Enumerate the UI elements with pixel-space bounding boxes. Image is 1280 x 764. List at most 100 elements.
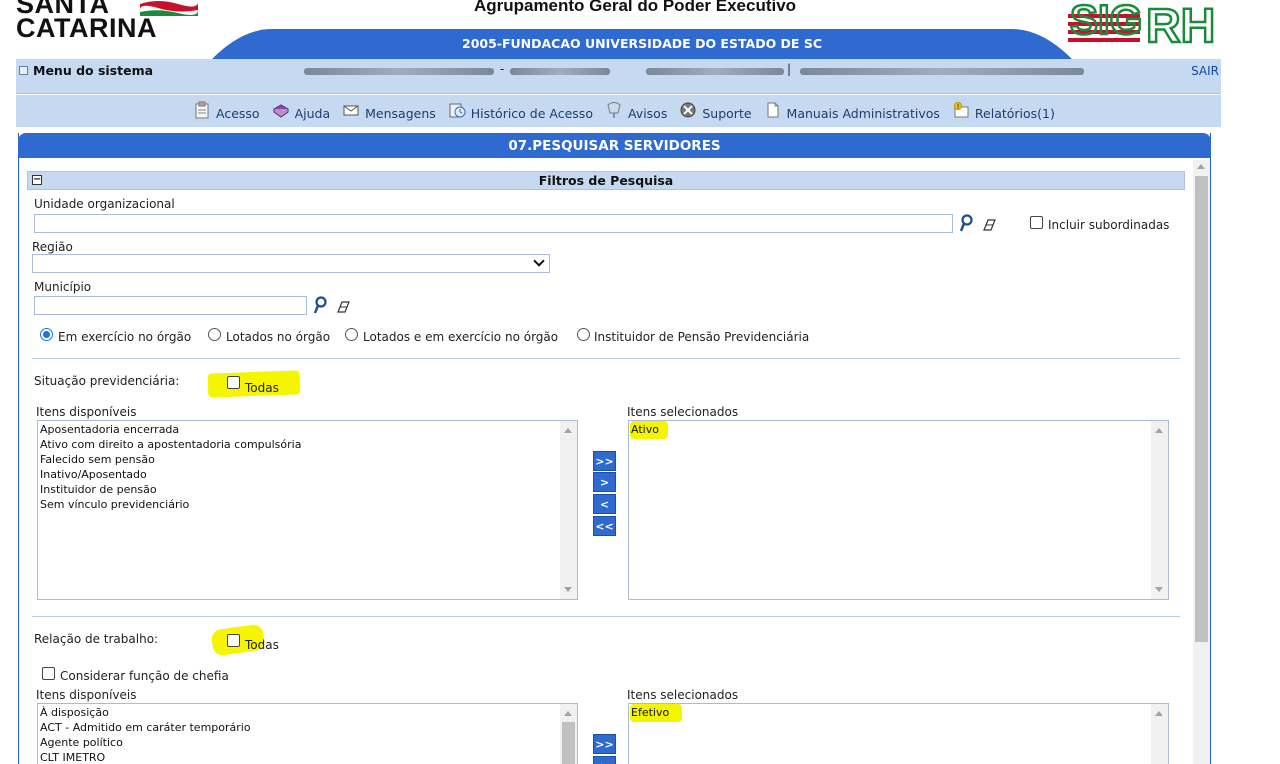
- page-header-title: Agrupamento Geral do Poder Executivo: [473, 0, 797, 15]
- svg-text:SIG: SIG: [1070, 0, 1142, 43]
- scroll-up-icon[interactable]: [564, 428, 572, 433]
- scroll-up-icon[interactable]: [1155, 711, 1163, 716]
- list-item[interactable]: Agente político: [38, 735, 577, 750]
- radio-label: Lotados no órgão: [226, 330, 331, 344]
- notice-icon: [607, 102, 621, 118]
- toolbar-item-label: Manuais Administrativos: [786, 106, 940, 121]
- incluir-subordinadas-label: Incluir subordinadas: [1048, 218, 1170, 232]
- add-all-button[interactable]: >>: [593, 451, 616, 471]
- eraser-icon[interactable]: [981, 218, 999, 232]
- eraser-icon[interactable]: [335, 300, 353, 314]
- radio-label: Instituidor de Pensão Previdenciária: [594, 330, 810, 344]
- state-logo: SANTA CATARINA: [16, 0, 198, 42]
- system-menu-label[interactable]: Menu do sistema: [33, 63, 153, 78]
- radio-label: Em exercício no órgão: [58, 330, 192, 344]
- situacao-available-list[interactable]: Aposentadoria encerrada Ativo com direit…: [37, 420, 578, 600]
- toolbar-item-historico[interactable]: Histórico de Acesso: [448, 103, 593, 121]
- toolbar-item-label: Histórico de Acesso: [470, 106, 593, 121]
- radio-label: Lotados e em exercício no órgão: [363, 330, 559, 344]
- reports-icon: !: [953, 102, 969, 118]
- incluir-subordinadas-checkbox[interactable]: [1030, 216, 1043, 229]
- list-item[interactable]: Efetivo: [629, 705, 1168, 720]
- list-item[interactable]: ACT - Admitido em caráter temporário: [38, 720, 577, 735]
- redacted-org: [646, 68, 784, 75]
- radio-em-exercicio[interactable]: [40, 328, 53, 341]
- scroll-thumb[interactable]: [562, 722, 575, 764]
- scroll-up-icon[interactable]: [564, 711, 572, 716]
- regiao-select[interactable]: [32, 254, 550, 273]
- search-icon[interactable]: [958, 214, 974, 232]
- remove-button[interactable]: <: [593, 494, 616, 514]
- add-all-button[interactable]: >>: [593, 734, 616, 754]
- list-item[interactable]: Sem vínculo previdenciário: [38, 497, 577, 512]
- list-item[interactable]: Inativo/Aposentado: [38, 467, 577, 482]
- scroll-up-icon[interactable]: [1197, 164, 1205, 169]
- envelope-icon: [343, 105, 359, 116]
- support-icon: [680, 102, 696, 118]
- svg-text:!: !: [957, 104, 960, 111]
- relacao-available-list[interactable]: À disposição ACT - Admitido em caráter t…: [37, 703, 578, 764]
- situacao-todas-checkbox[interactable]: [227, 376, 240, 389]
- history-icon: [449, 103, 466, 118]
- situacao-selected-list[interactable]: Ativo: [628, 420, 1169, 600]
- radio-instituidor-pensao[interactable]: [577, 328, 590, 341]
- radio-lotados-em-exercicio[interactable]: [345, 328, 358, 341]
- radio-lotados[interactable]: [208, 328, 221, 341]
- search-icon[interactable]: [312, 296, 328, 314]
- list-item[interactable]: Falecido sem pensão: [38, 452, 577, 467]
- scroll-thumb[interactable]: [1195, 176, 1208, 642]
- toolbar-item-label: Relatórios(1): [974, 106, 1055, 121]
- list-item[interactable]: Instituidor de pensão: [38, 482, 577, 497]
- document-icon: [767, 102, 779, 118]
- toolbar-item-avisos[interactable]: Avisos: [605, 102, 667, 121]
- logout-link[interactable]: SAIR: [1191, 64, 1219, 78]
- redacted-role: [800, 68, 1084, 75]
- add-button[interactable]: >: [593, 756, 616, 764]
- clipboard-icon: [195, 101, 209, 119]
- municipio-label: Município: [34, 280, 92, 294]
- toolbar-item-manuais[interactable]: Manuais Administrativos: [764, 102, 940, 121]
- toolbar-item-ajuda[interactable]: Ajuda: [272, 103, 331, 121]
- menubar-separator: |: [787, 62, 792, 76]
- sigrh-logo-icon: SIG RH: [1068, 0, 1217, 46]
- relacao-selected-list[interactable]: Efetivo: [628, 703, 1169, 764]
- filters-header: − Filtros de Pesquisa: [27, 171, 1185, 190]
- toolbar-item-mensagens[interactable]: Mensagens: [342, 103, 436, 121]
- toolbar-item-relatorios[interactable]: ! Relatórios(1): [952, 102, 1055, 121]
- list-item[interactable]: Aposentadoria encerrada: [38, 422, 577, 437]
- list-scrollbar[interactable]: [1151, 704, 1168, 764]
- organization-name: 2005-FUNDACAO UNIVERSIDADE DO ESTADO DE …: [462, 36, 822, 51]
- situacao-label: Situação previdenciária:: [34, 374, 180, 388]
- redacted-user-id: [510, 68, 610, 75]
- list-item[interactable]: À disposição: [38, 705, 577, 720]
- toolbar-item-label: Ajuda: [294, 106, 331, 121]
- menubar-separator: -: [500, 62, 505, 76]
- remove-all-button[interactable]: <<: [593, 516, 616, 536]
- relacao-todas-checkbox[interactable]: [227, 634, 240, 647]
- toolbar: Acesso Ajuda Mensagens Histórico de Aces…: [16, 95, 1221, 127]
- relacao-todas-label: Todas: [245, 638, 279, 652]
- list-scrollbar[interactable]: [1151, 421, 1168, 599]
- scroll-down-icon[interactable]: [1155, 587, 1163, 592]
- toolbar-item-suporte[interactable]: Suporte: [679, 102, 752, 121]
- situacao-todas-label: Todas: [245, 381, 279, 395]
- list-item[interactable]: CLT IMETRO: [38, 750, 577, 764]
- scroll-down-icon[interactable]: [564, 587, 572, 592]
- municipio-input[interactable]: [34, 296, 307, 315]
- unidade-label: Unidade organizacional: [34, 197, 175, 211]
- unidade-input[interactable]: [34, 214, 953, 233]
- add-button[interactable]: >: [593, 472, 616, 492]
- scroll-up-icon[interactable]: [1155, 428, 1163, 433]
- list-item[interactable]: Ativo com direito a apostentadoria compu…: [38, 437, 577, 452]
- collapse-filters-icon[interactable]: −: [32, 175, 42, 185]
- list-scrollbar[interactable]: [560, 704, 577, 764]
- menu-toggle-icon[interactable]: [19, 66, 28, 75]
- list-item[interactable]: Ativo: [629, 422, 1168, 437]
- situacao-available-title: Itens disponíveis: [36, 405, 137, 419]
- considerar-chefia-checkbox[interactable]: [42, 667, 55, 680]
- list-scrollbar[interactable]: [560, 421, 577, 599]
- chevron-down-icon: [533, 255, 545, 267]
- situacao-selected-title: Itens selecionados: [627, 405, 739, 419]
- toolbar-item-acesso[interactable]: Acesso: [193, 101, 260, 121]
- page-scrollbar[interactable]: [1193, 160, 1210, 764]
